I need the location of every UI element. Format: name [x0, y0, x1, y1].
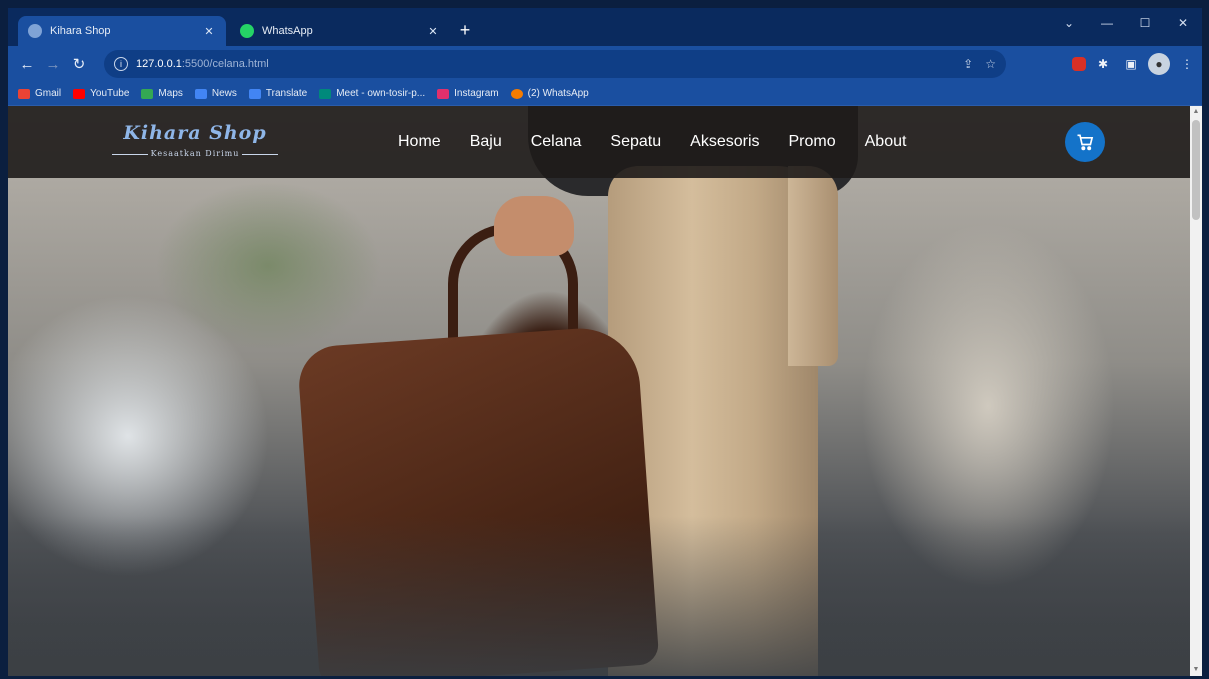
restore-icon[interactable]: ☐ [1126, 8, 1164, 38]
bookmark-meet[interactable]: Meet - own-tosir-p... [319, 88, 425, 99]
bookmark-label: News [211, 88, 237, 99]
site-info-icon[interactable]: i [114, 57, 128, 71]
minimize-icon[interactable]: — [1088, 8, 1126, 38]
back-icon[interactable]: ← [14, 51, 40, 77]
browser-window: Kihara Shop ✕ WhatsApp ✕ + ⌄ — ☐ ✕ ← → ↻… [8, 8, 1202, 676]
instagram-icon [437, 88, 450, 99]
cart-button[interactable] [1065, 122, 1105, 162]
bookmark-label: Instagram [454, 88, 499, 99]
bookmark-label: (2) WhatsApp [527, 88, 589, 99]
logo-divider [242, 154, 278, 155]
bookmark-translate[interactable]: Translate [248, 88, 308, 99]
tab-label: Kihara Shop [50, 25, 111, 37]
window-controls: ⌄ — ☐ ✕ [1050, 8, 1202, 38]
close-tab-icon[interactable]: ✕ [202, 25, 216, 38]
close-tab-icon[interactable]: ✕ [426, 25, 440, 38]
reload-icon[interactable]: ↻ [66, 51, 92, 77]
bookmark-instagram[interactable]: Instagram [437, 88, 499, 99]
tab-kihara-shop[interactable]: Kihara Shop ✕ [18, 16, 226, 46]
translate-icon [248, 88, 261, 99]
site-favicon-icon [28, 24, 42, 38]
nav-baju[interactable]: Baju [470, 133, 502, 151]
nav-aksesoris[interactable]: Aksesoris [690, 133, 759, 151]
main-nav: Home Baju Celana Sepatu Aksesoris Promo … [398, 106, 935, 178]
maps-icon [141, 88, 154, 99]
browser-toolbar: ← → ↻ i 127.0.0.1:5500/celana.html ⇪ ☆ ✱… [8, 46, 1202, 82]
hero-hand-shape [494, 196, 574, 256]
url-path: :5500/celana.html [181, 58, 269, 70]
scroll-down-icon[interactable]: ▼ [1190, 664, 1202, 676]
close-icon[interactable]: ✕ [1164, 8, 1202, 38]
hero-image [8, 106, 1190, 676]
tab-label: WhatsApp [262, 25, 313, 37]
bookmark-maps[interactable]: Maps [141, 88, 183, 99]
whatsapp-icon [510, 88, 523, 99]
forward-icon[interactable]: → [40, 51, 66, 77]
hero-trousers-shape-2 [788, 166, 838, 366]
bookmark-label: Meet - own-tosir-p... [336, 88, 426, 99]
side-panel-icon[interactable]: ▣ [1120, 53, 1142, 75]
gmail-icon [18, 88, 30, 99]
news-icon [194, 88, 207, 99]
bookmark-label: YouTube [90, 88, 130, 99]
url-host: 127.0.0.1 [136, 58, 182, 70]
tab-whatsapp[interactable]: WhatsApp ✕ [230, 16, 450, 46]
nav-promo[interactable]: Promo [789, 133, 836, 151]
site-logo[interactable]: Kihara Shop Kesaatkan Dirimu [90, 122, 300, 166]
address-bar[interactable]: i 127.0.0.1:5500/celana.html ⇪ ☆ [104, 50, 1006, 78]
nav-sepatu[interactable]: Sepatu [610, 133, 661, 151]
bookmark-gmail[interactable]: Gmail [18, 88, 61, 99]
bookmark-label: Gmail [35, 88, 62, 99]
profile-avatar-icon[interactable]: ● [1148, 53, 1170, 75]
scroll-up-icon[interactable]: ▲ [1190, 106, 1202, 118]
bookmark-label: Maps [158, 88, 183, 99]
youtube-icon [73, 88, 86, 99]
chevron-down-icon[interactable]: ⌄ [1050, 8, 1088, 38]
cart-icon [1077, 134, 1094, 151]
share-icon[interactable]: ⇪ [963, 57, 973, 71]
meet-icon [319, 88, 332, 99]
nav-home[interactable]: Home [398, 133, 441, 151]
bookmark-whatsapp[interactable]: (2) WhatsApp [510, 88, 589, 99]
menu-kebab-icon[interactable]: ⋮ [1176, 53, 1198, 75]
scroll-thumb[interactable] [1192, 120, 1200, 220]
bookmark-news[interactable]: News [194, 88, 237, 99]
bookmarks-bar: Gmail YouTube Maps News Translate Meet -… [8, 82, 1202, 106]
bookmark-label: Translate [265, 88, 308, 99]
bookmark-star-icon[interactable]: ☆ [985, 57, 996, 71]
hero-pavement-shade [8, 516, 1190, 676]
nav-about[interactable]: About [865, 133, 907, 151]
extensions-puzzle-icon[interactable]: ✱ [1092, 53, 1114, 75]
logo-text: Kihara Shop [123, 122, 267, 144]
toolbar-actions: ✱ ▣ ● ⋮ [1072, 50, 1198, 78]
tab-strip: Kihara Shop ✕ WhatsApp ✕ + ⌄ — ☐ ✕ [8, 8, 1202, 46]
bookmark-youtube[interactable]: YouTube [73, 88, 129, 99]
extension-icon[interactable] [1072, 57, 1086, 71]
whatsapp-favicon-icon [240, 24, 254, 38]
nav-celana[interactable]: Celana [531, 133, 582, 151]
site-header: Kihara Shop Kesaatkan Dirimu Home Baju C… [8, 106, 1190, 178]
new-tab-button[interactable]: + [454, 20, 476, 42]
page-scrollbar[interactable]: ▲ ▼ [1190, 106, 1202, 676]
page-viewport: Kihara Shop Kesaatkan Dirimu Home Baju C… [8, 106, 1190, 676]
